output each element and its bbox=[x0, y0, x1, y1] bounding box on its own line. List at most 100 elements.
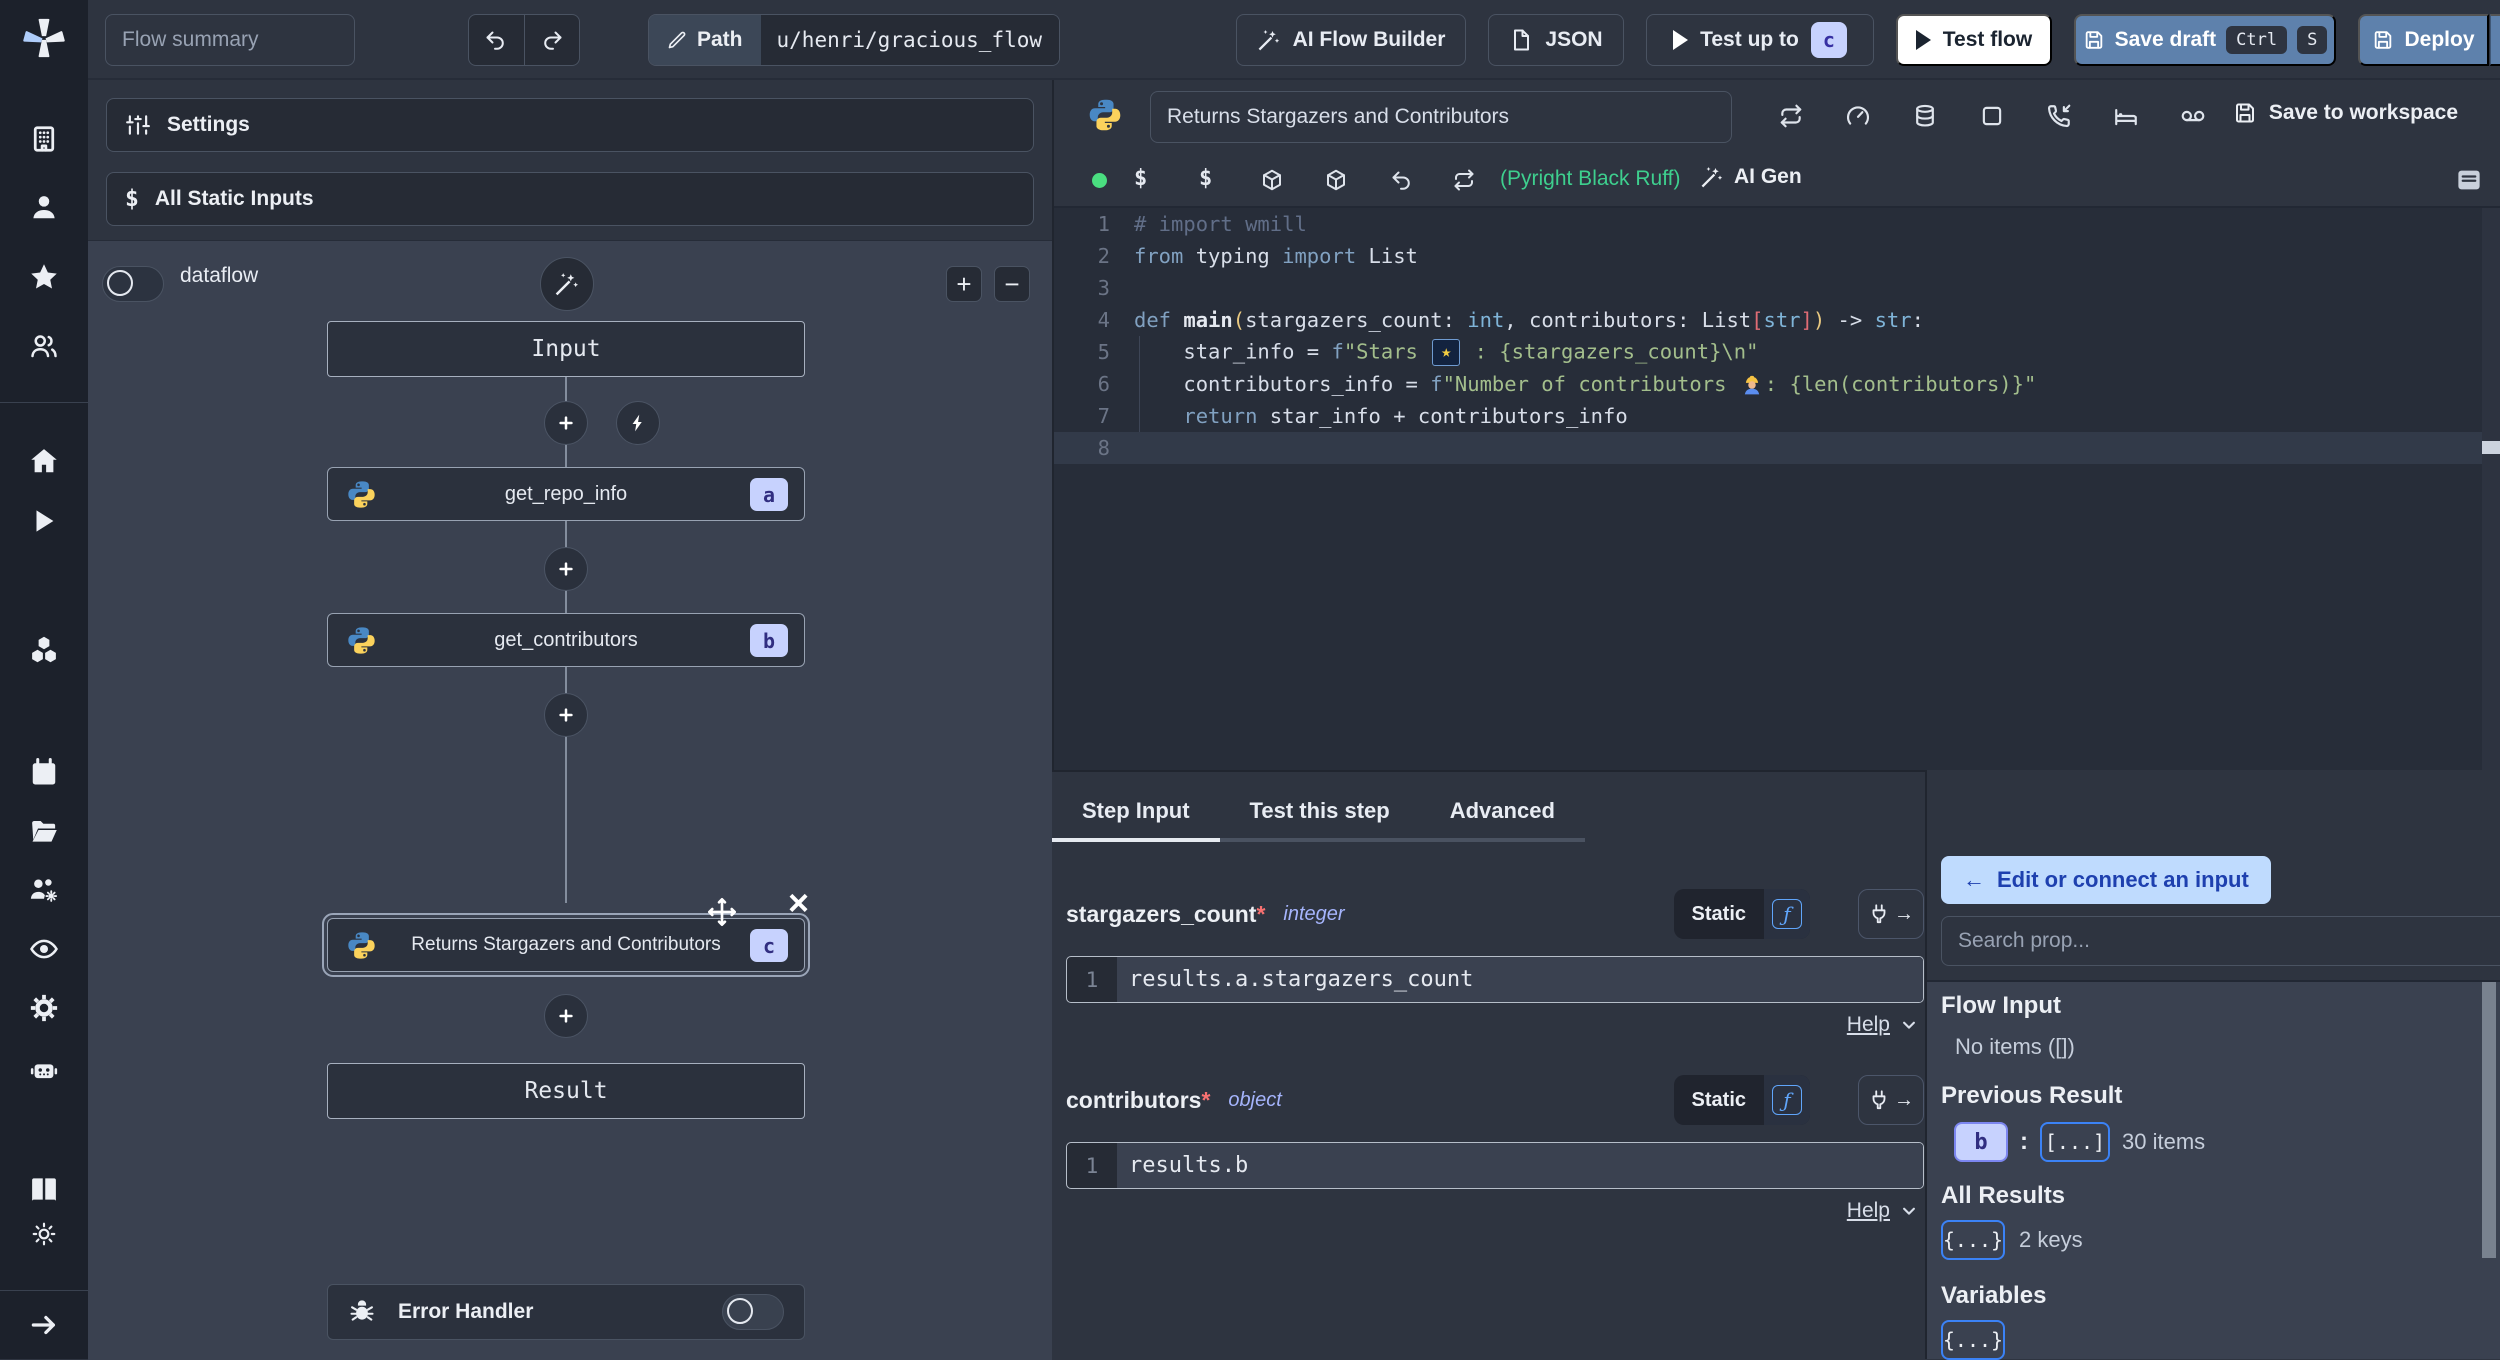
step-title-input[interactable] bbox=[1150, 91, 1732, 143]
panel-scrollbar[interactable] bbox=[2482, 982, 2496, 1258]
error-handler-toggle[interactable] bbox=[722, 1294, 784, 1330]
static-mode-toggle[interactable]: Static ƒ bbox=[1673, 889, 1810, 939]
zoom-out-button[interactable]: − bbox=[994, 266, 1030, 302]
code-line[interactable]: 8 bbox=[1054, 432, 2500, 464]
suspend-icon[interactable] bbox=[2046, 103, 2072, 129]
code-line[interactable]: 2 from typing import List bbox=[1054, 240, 2500, 272]
reset-icon[interactable] bbox=[1390, 168, 1414, 192]
zoom-in-button[interactable]: + bbox=[946, 266, 982, 302]
json-button[interactable]: JSON bbox=[1488, 14, 1624, 66]
code-line[interactable]: 5 star_info = f"Stars ★ : {stargazers_co… bbox=[1054, 336, 2500, 368]
javascript-mode-segment[interactable]: ƒ bbox=[1764, 1075, 1810, 1125]
dataflow-toggle[interactable] bbox=[102, 266, 164, 302]
groups-icon[interactable] bbox=[29, 875, 59, 905]
ai-wand-button[interactable] bbox=[540, 257, 594, 311]
cache-icon[interactable] bbox=[1912, 103, 1938, 129]
input-node[interactable]: Input bbox=[327, 321, 805, 377]
undo-button[interactable] bbox=[469, 15, 524, 65]
redo-button[interactable] bbox=[524, 15, 579, 65]
step-badge[interactable]: b bbox=[1954, 1122, 2008, 1162]
reload-icon[interactable] bbox=[1452, 168, 1476, 192]
add-trigger-button[interactable] bbox=[616, 401, 660, 445]
retries-icon[interactable] bbox=[1778, 103, 1804, 129]
tab-step-input[interactable]: Step Input bbox=[1052, 784, 1220, 842]
move-handle-icon[interactable] bbox=[706, 896, 738, 928]
object-chip[interactable]: {...} bbox=[1941, 1220, 2005, 1260]
all-static-inputs-button[interactable]: $ All Static Inputs bbox=[106, 172, 1034, 226]
variable-picker-icon[interactable]: $ bbox=[1134, 166, 1147, 191]
code-line[interactable]: 7 return star_info + contributors_info bbox=[1054, 400, 2500, 432]
ai-flow-builder-button[interactable]: AI Flow Builder bbox=[1236, 14, 1466, 66]
tab-test-this-step[interactable]: Test this step bbox=[1220, 784, 1420, 838]
add-step-button[interactable] bbox=[544, 994, 588, 1038]
add-step-button[interactable] bbox=[544, 547, 588, 591]
result-node[interactable]: Result bbox=[327, 1063, 805, 1119]
expression-editor[interactable]: 1 results.a.stargazers_count bbox=[1066, 956, 1924, 1003]
path-field[interactable]: Path u/henri/gracious_flow bbox=[648, 14, 1060, 66]
delete-step-icon[interactable]: × bbox=[788, 885, 809, 921]
code-line[interactable]: 3 bbox=[1054, 272, 2500, 304]
error-handler-node[interactable]: Error Handler bbox=[327, 1284, 805, 1340]
workspace-icon[interactable] bbox=[29, 124, 59, 154]
flow-canvas[interactable]: dataflow + − Input get_repo_info a get_c… bbox=[88, 240, 1052, 1360]
home-icon[interactable] bbox=[29, 446, 59, 476]
array-chip[interactable]: [...] bbox=[2040, 1122, 2110, 1162]
object-chip[interactable]: {...} bbox=[1941, 1320, 2005, 1360]
mock-icon[interactable] bbox=[2180, 103, 2206, 129]
expression-editor[interactable]: 1 results.b bbox=[1066, 1142, 1924, 1189]
help-link[interactable]: Help bbox=[1847, 1013, 1890, 1037]
package-icon[interactable] bbox=[1260, 168, 1284, 192]
folders-icon[interactable] bbox=[29, 816, 59, 846]
editor-scrollbar[interactable] bbox=[2482, 208, 2500, 770]
workers-icon[interactable] bbox=[29, 1055, 59, 1085]
save-to-workspace-button[interactable]: Save to workspace bbox=[2227, 100, 2464, 126]
deploy-more-button[interactable] bbox=[2490, 14, 2500, 66]
edit-or-connect-button[interactable]: ← Edit or connect an input bbox=[1941, 856, 2271, 904]
chevron-down-icon[interactable] bbox=[1900, 1016, 1918, 1034]
flow-summary-input[interactable] bbox=[105, 14, 355, 66]
deploy-button[interactable]: Deploy bbox=[2358, 14, 2489, 66]
flow-settings-button[interactable]: Settings bbox=[106, 98, 1034, 152]
library-icon[interactable] bbox=[2454, 165, 2484, 195]
ai-gen-button[interactable]: AI Gen bbox=[1700, 165, 1802, 189]
step-node-a[interactable]: get_repo_info a bbox=[327, 467, 805, 521]
code-token: ( bbox=[1232, 308, 1246, 332]
user-icon[interactable] bbox=[29, 192, 59, 222]
save-draft-button[interactable]: Save draft Ctrl S bbox=[2074, 14, 2336, 66]
sleep-icon[interactable] bbox=[2113, 103, 2139, 129]
package-icon[interactable] bbox=[1324, 168, 1348, 192]
connect-input-button[interactable]: → bbox=[1858, 889, 1924, 939]
static-mode-toggle[interactable]: Static ƒ bbox=[1673, 1075, 1810, 1125]
runs-icon[interactable] bbox=[29, 506, 59, 536]
variables-icon[interactable] bbox=[29, 570, 59, 600]
windmill-logo-icon[interactable] bbox=[21, 15, 67, 61]
early-stop-icon[interactable] bbox=[1979, 103, 2005, 129]
chevron-down-icon[interactable] bbox=[1900, 1202, 1918, 1220]
favorites-icon[interactable] bbox=[29, 262, 59, 292]
members-icon[interactable] bbox=[29, 331, 59, 361]
expand-sidebar-icon[interactable] bbox=[29, 1310, 59, 1340]
audit-logs-icon[interactable] bbox=[29, 934, 59, 964]
resources-icon[interactable] bbox=[29, 634, 59, 664]
gauge-icon[interactable] bbox=[1845, 103, 1871, 129]
javascript-mode-segment[interactable]: ƒ bbox=[1764, 889, 1810, 939]
docs-icon[interactable] bbox=[29, 1174, 59, 1204]
code-line[interactable]: 4 def main(stargazers_count: int, contrib… bbox=[1054, 304, 2500, 336]
file-json-icon bbox=[1509, 28, 1533, 52]
tab-advanced[interactable]: Advanced bbox=[1420, 784, 1585, 838]
test-flow-button[interactable]: Test flow bbox=[1896, 14, 2052, 66]
resource-picker-icon[interactable]: $ bbox=[1199, 166, 1212, 191]
connect-input-button[interactable]: → bbox=[1858, 1075, 1924, 1125]
code-editor[interactable]: 1 # import wmill 2 from typing import List 3… bbox=[1054, 208, 2500, 770]
search-prop-input[interactable] bbox=[1941, 916, 2500, 966]
code-line[interactable]: 1 # import wmill bbox=[1054, 208, 2500, 240]
help-link[interactable]: Help bbox=[1847, 1199, 1890, 1223]
test-up-to-button[interactable]: Test up to c bbox=[1646, 14, 1874, 66]
settings-icon[interactable] bbox=[29, 993, 59, 1023]
theme-toggle-icon[interactable] bbox=[31, 1221, 57, 1247]
add-step-button[interactable] bbox=[544, 693, 588, 737]
step-node-b[interactable]: get_contributors b bbox=[327, 613, 805, 667]
code-line[interactable]: 6 contributors_info = f"Number of contri… bbox=[1054, 368, 2500, 400]
add-step-button[interactable] bbox=[544, 401, 588, 445]
schedules-icon[interactable] bbox=[29, 757, 59, 787]
